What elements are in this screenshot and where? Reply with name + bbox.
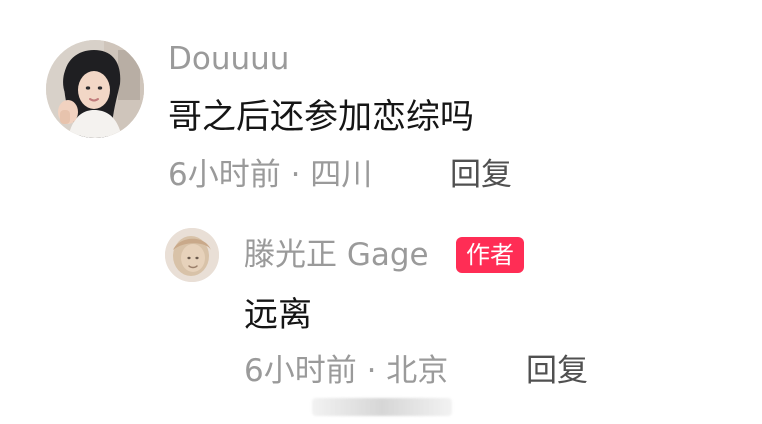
comment-author-name[interactable]: Douuuu [168, 44, 289, 75]
comment-douuuu[interactable]: Douuuu 哥之后还参加恋综吗 6小时前 · 四川 回复 [0, 0, 762, 220]
comment-time-location: 6小时前 · 四川 [168, 157, 373, 193]
reply-text: 远离 [244, 295, 312, 335]
reply-button[interactable]: 回复 [450, 160, 512, 191]
reply-time-location: 6小时前 · 北京 [244, 353, 449, 389]
author-badge: 作者 [456, 237, 524, 273]
avatar-douuuu[interactable] [46, 40, 144, 138]
comment-reply[interactable]: 滕光正 Gage 作者 远离 6小时前 · 北京 回复 [0, 220, 762, 424]
avatar-author[interactable] [165, 228, 219, 282]
blurred-artifact [312, 398, 452, 416]
reply-button[interactable]: 回复 [526, 356, 588, 387]
reply-author-name[interactable]: 滕光正 Gage [244, 240, 429, 271]
comment-text: 哥之后还参加恋综吗 [168, 97, 474, 137]
user-avatar-icon [46, 40, 144, 138]
user-avatar-icon [165, 228, 219, 282]
